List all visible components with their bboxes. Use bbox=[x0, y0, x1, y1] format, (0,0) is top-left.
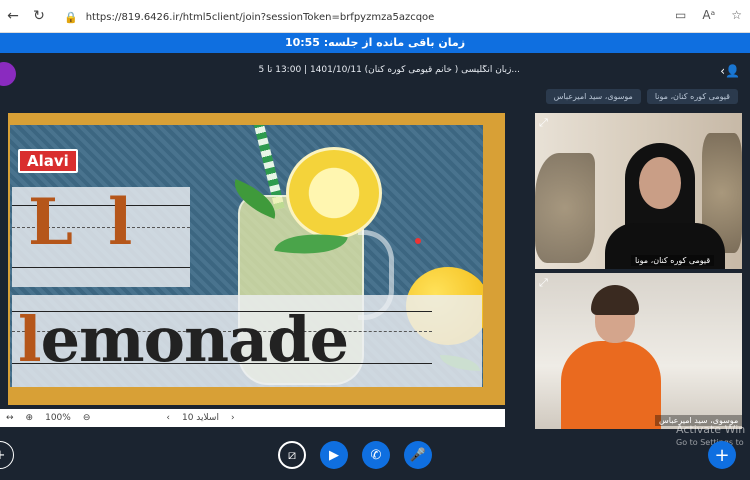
video-tile[interactable]: ⤢ قیومی کوره کنان، مونا bbox=[535, 113, 742, 269]
brand-logo: Alavi bbox=[18, 149, 78, 173]
presentation-slide: Alavi L l lemonade bbox=[8, 113, 505, 405]
actions-icon[interactable]: + bbox=[0, 441, 14, 469]
microphone-icon[interactable]: 🎤 bbox=[404, 441, 432, 469]
user-avatar[interactable] bbox=[0, 62, 16, 86]
slide-controls: ↔ ⊕ 100% ⊖ ‹ اسلاید 10 › bbox=[0, 409, 505, 427]
prev-slide-icon[interactable]: ‹ bbox=[166, 413, 170, 423]
zoom-out-icon[interactable]: ⊖ bbox=[83, 413, 91, 423]
lock-icon: 🔒 bbox=[64, 10, 78, 24]
session-timer: زمان باقی مانده از جلسه: 10:55 bbox=[0, 33, 750, 53]
video-label: قیومی کوره کنان، مونا bbox=[631, 255, 715, 266]
back-icon[interactable]: ← bbox=[0, 8, 26, 24]
browser-actions: ▭ Aᵃ ☆ bbox=[675, 8, 742, 22]
laser-pointer bbox=[415, 238, 421, 244]
zoom-level: 100% bbox=[45, 413, 71, 423]
participant-pill[interactable]: موسوی، سید امیرعباس bbox=[545, 89, 641, 104]
slide-photo: Alavi L l lemonade bbox=[10, 125, 483, 387]
meeting-title: زبان انگلیسی ( خانم قیومی کوره کنان) 140… bbox=[258, 65, 520, 75]
address-bar[interactable]: 🔒 https://819.6426.ir/html5client/join?s… bbox=[64, 6, 664, 28]
reload-icon[interactable]: ↻ bbox=[26, 8, 52, 24]
letter-box: L l bbox=[12, 187, 190, 287]
participant-pill[interactable]: قیومی کوره کنان، مونا bbox=[646, 89, 738, 104]
uppercase-letter: L bbox=[28, 185, 73, 260]
lemon-slice-image bbox=[286, 147, 382, 239]
phone-icon[interactable]: ✆ bbox=[362, 441, 390, 469]
url-text: https://819.6426.ir/html5client/join?ses… bbox=[85, 11, 435, 23]
favorite-icon[interactable]: ☆ bbox=[731, 8, 742, 22]
browser-toolbar: ← ↻ 🔒 https://819.6426.ir/html5client/jo… bbox=[0, 0, 750, 33]
camera-icon[interactable]: ▶ bbox=[320, 441, 348, 469]
slide-word: lemonade bbox=[18, 303, 349, 376]
word-box: lemonade bbox=[12, 295, 482, 387]
screen-share-icon[interactable]: ⧄ bbox=[278, 441, 306, 469]
participant-pills: موسوی، سید امیرعباس قیومی کوره کنان، مون… bbox=[545, 89, 738, 104]
read-aloud-icon[interactable]: Aᵃ bbox=[702, 8, 715, 22]
slide-select[interactable]: اسلاید 10 bbox=[182, 413, 219, 423]
expand-icon[interactable]: ⤢ bbox=[539, 116, 548, 130]
control-bar: + ⧄ ▶ ✆ 🎤 + bbox=[0, 433, 750, 480]
lowercase-letter: l bbox=[108, 185, 133, 260]
next-slide-icon[interactable]: › bbox=[231, 413, 235, 423]
video-tile[interactable]: ⤢ موسوی، سید امیرعباس bbox=[535, 273, 742, 429]
install-app-icon[interactable]: ▭ bbox=[675, 8, 686, 22]
users-list-icon[interactable]: ‹👤 bbox=[720, 64, 740, 78]
zoom-in-icon[interactable]: ⊕ bbox=[26, 413, 34, 423]
add-icon[interactable]: + bbox=[708, 441, 736, 469]
meeting-app: زبان انگلیسی ( خانم قیومی کوره کنان) 140… bbox=[0, 53, 750, 480]
fit-width-icon[interactable]: ↔ bbox=[6, 413, 14, 423]
expand-icon[interactable]: ⤢ bbox=[539, 276, 548, 290]
